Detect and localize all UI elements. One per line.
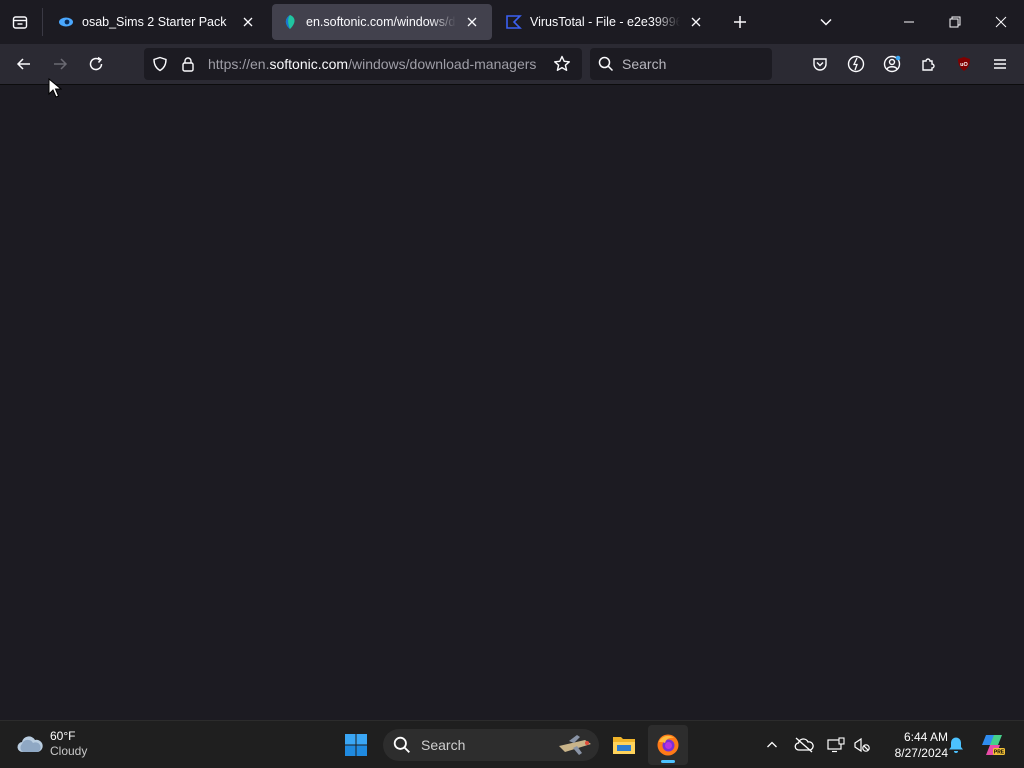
close-icon[interactable] [686, 12, 706, 32]
firefox-sync-icon [847, 55, 865, 73]
account-icon [883, 55, 901, 73]
back-button[interactable] [8, 48, 40, 80]
clock-time: 6:44 AM [903, 730, 948, 744]
app-menu-button[interactable] [984, 48, 1016, 80]
system-clock[interactable]: 6:44 AM 8/27/2024 [878, 729, 948, 761]
virustotal-icon [506, 14, 522, 30]
clock-date: 8/27/2024 [894, 746, 948, 760]
notifications-button[interactable] [944, 733, 968, 757]
softonic-icon [282, 14, 298, 30]
minimize-icon [904, 21, 914, 23]
tab-title: en.softonic.com/windows/download-manager… [306, 15, 456, 29]
hamburger-menu-icon [994, 59, 1006, 69]
url-host: softonic.com [269, 56, 349, 72]
search-icon [598, 56, 614, 72]
extensions-button[interactable] [912, 48, 944, 80]
display-button[interactable] [824, 733, 848, 757]
svg-text:PRE: PRE [994, 750, 1005, 756]
url-prefix: https://en. [208, 56, 270, 72]
address-bar[interactable]: https://en.softonic.com/windows/download… [144, 48, 582, 80]
tab-strip: osab_Sims 2 Starter Pack en.softonic.com… [0, 0, 1024, 44]
close-icon[interactable] [238, 12, 258, 32]
tab-title: osab_Sims 2 Starter Pack [82, 15, 227, 29]
restore-icon [949, 16, 961, 28]
pocket-button[interactable] [804, 48, 836, 80]
network-volume-button[interactable] [850, 733, 874, 757]
url-text[interactable]: https://en.softonic.com/windows/download… [208, 56, 548, 72]
lock-icon[interactable] [174, 48, 202, 80]
pocket-icon [813, 58, 827, 71]
close-icon [995, 16, 1007, 28]
onedrive-button[interactable] [792, 733, 816, 757]
taskbar-search-box[interactable]: Search [383, 729, 599, 761]
bookmark-star-icon[interactable] [548, 48, 576, 80]
weather-condition: Cloudy [50, 744, 88, 758]
search-icon [393, 736, 410, 753]
sync-button[interactable] [840, 48, 872, 80]
search-highlight-icon [559, 735, 591, 755]
chevron-up-icon [767, 741, 777, 748]
page-content[interactable] [0, 84, 1024, 720]
puzzle-icon [922, 58, 935, 71]
arrow-right-icon [54, 58, 68, 70]
new-tab-button[interactable] [726, 8, 754, 36]
show-hidden-icons-button[interactable] [760, 733, 784, 757]
copilot-icon: PRE [982, 735, 1005, 756]
tab-divider [42, 8, 43, 36]
close-icon[interactable] [462, 12, 482, 32]
windows-taskbar: 60°F Cloudy Search 6:44 AM 8/27/2024 PRE [0, 720, 1024, 768]
restore-button[interactable] [932, 0, 978, 44]
arrow-left-icon [16, 58, 30, 70]
weather-temperature: 60°F [50, 729, 76, 743]
windows-logo-icon [345, 734, 367, 756]
search-bar[interactable]: Search [590, 48, 772, 80]
weather-widget[interactable]: 60°F Cloudy [16, 729, 87, 759]
cloud-offline-icon [794, 737, 814, 753]
list-all-tabs-button[interactable] [812, 8, 840, 36]
shield-icon[interactable] [146, 48, 174, 80]
mouse-pointer-icon [48, 77, 63, 103]
close-window-button[interactable] [978, 0, 1024, 44]
running-indicator [661, 760, 675, 763]
firefox-icon [657, 734, 679, 756]
firefox-view-button[interactable] [4, 6, 36, 38]
minimize-button[interactable] [886, 0, 932, 44]
file-explorer-button[interactable] [604, 725, 644, 765]
network-icon [854, 737, 870, 753]
ublock-origin-icon: uO [958, 57, 970, 71]
bell-icon [949, 737, 963, 753]
copilot-button[interactable]: PRE [978, 733, 1008, 757]
svg-text:uO: uO [960, 62, 968, 68]
firefox-taskbar-button[interactable] [648, 725, 688, 765]
blue-eye-icon [58, 14, 74, 30]
tab-softonic[interactable]: en.softonic.com/windows/download-manager… [272, 4, 492, 40]
search-placeholder: Search [622, 56, 667, 72]
navigation-toolbar: https://en.softonic.com/windows/download… [0, 44, 1024, 84]
tab-osab-sims[interactable]: osab_Sims 2 Starter Pack [48, 4, 268, 40]
tab-virustotal[interactable]: VirusTotal - File - e2e39996a0c5 [496, 4, 716, 40]
folder-icon [613, 737, 635, 754]
firefox-view-icon [12, 16, 28, 29]
forward-button[interactable] [44, 48, 76, 80]
plus-icon [734, 16, 746, 28]
reload-icon [89, 56, 103, 71]
cloud-icon [17, 736, 43, 753]
url-path: /windows/download-managers [348, 56, 537, 72]
start-button[interactable] [336, 725, 376, 765]
taskbar-search-placeholder: Search [421, 737, 466, 753]
ublock-origin-button[interactable]: uO [948, 48, 980, 80]
monitor-icon [827, 737, 845, 753]
tab-title: VirusTotal - File - e2e39996a0c5 [530, 15, 680, 29]
chevron-down-icon [820, 18, 832, 26]
reload-button[interactable] [80, 48, 112, 80]
account-button[interactable] [876, 48, 908, 80]
